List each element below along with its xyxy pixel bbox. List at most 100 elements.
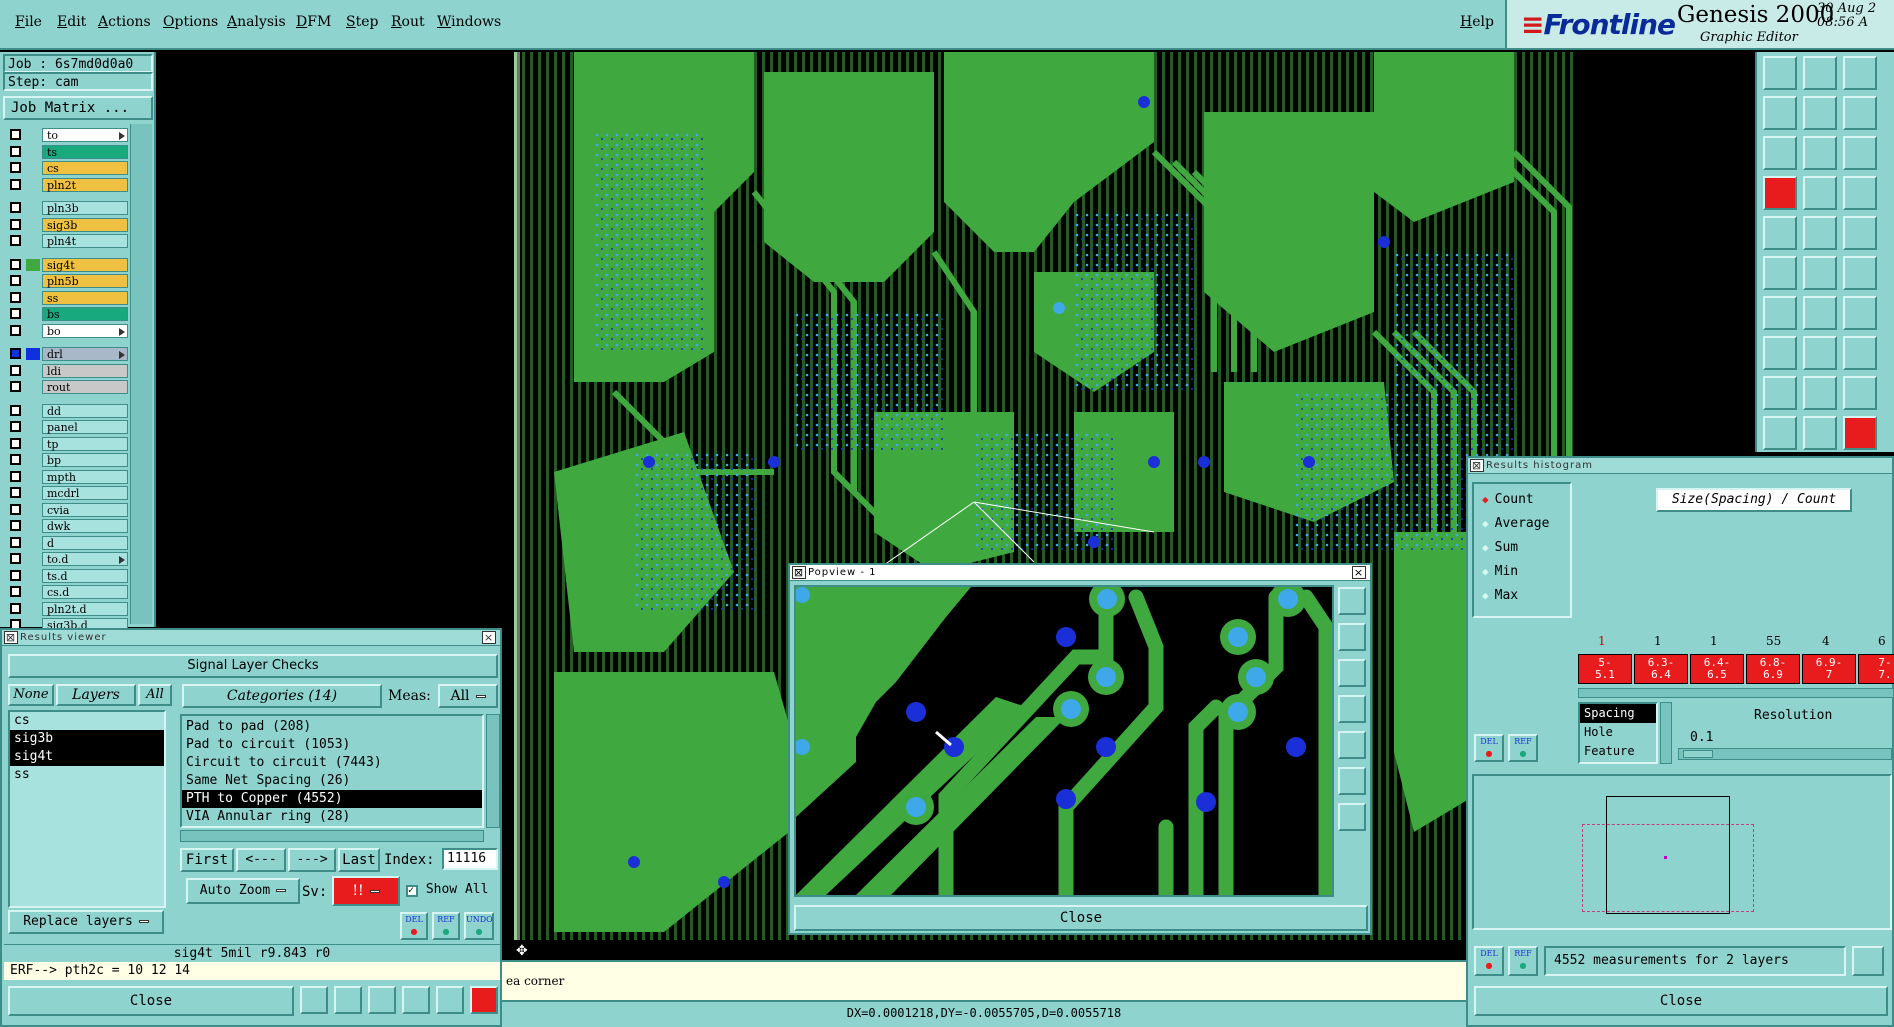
layer-row[interactable]: rout xyxy=(6,380,128,394)
show-all-checkbox[interactable]: ✓ Show All xyxy=(406,882,488,897)
category-item[interactable]: Pad to pad (208) xyxy=(182,718,482,736)
mode-radio[interactable]: ◆ Max xyxy=(1474,584,1570,608)
layer-name[interactable]: to xyxy=(42,128,128,142)
histogram-bin[interactable]: 6.8- 6.9 xyxy=(1746,654,1800,684)
layer-name[interactable]: bs xyxy=(42,307,128,321)
route-icon[interactable] xyxy=(1843,256,1877,290)
layer-checkbox[interactable] xyxy=(10,404,21,416)
layer-checkbox[interactable] xyxy=(10,586,21,597)
undo-button[interactable]: UNDO ● xyxy=(464,912,494,940)
histogram-titlebar[interactable]: ⊠ Results histogram xyxy=(1468,458,1892,474)
redraw-icon[interactable] xyxy=(1803,96,1837,130)
popview-zoom-icon[interactable] xyxy=(1338,587,1366,615)
measure-type-scrollbar[interactable] xyxy=(1660,702,1672,764)
categories-button[interactable]: Categories (14) xyxy=(182,684,382,708)
menu-dfm[interactable]: DFM xyxy=(296,14,331,30)
layer-name[interactable]: ss xyxy=(42,290,128,305)
layer-name[interactable]: dwk xyxy=(42,519,128,533)
layer-row[interactable]: ss xyxy=(6,290,128,305)
layer-name[interactable]: mcdrl xyxy=(42,486,128,500)
del-button[interactable]: DEL ● xyxy=(400,912,428,940)
close-button[interactable]: Close xyxy=(8,986,294,1016)
pan-down-icon[interactable] xyxy=(1338,659,1366,687)
zoom-window-icon[interactable] xyxy=(1803,56,1837,90)
cut-icon[interactable] xyxy=(1803,336,1837,370)
layer-name[interactable]: panel xyxy=(42,420,128,434)
layer-checkbox[interactable] xyxy=(10,235,21,246)
layer-name[interactable]: to.d xyxy=(42,552,128,566)
histogram-bin[interactable]: 6.4- 6.5 xyxy=(1690,654,1744,684)
layer-checkbox[interactable] xyxy=(10,178,21,190)
pan-left-icon[interactable] xyxy=(1338,695,1366,723)
layer-name[interactable]: ldi xyxy=(42,363,128,378)
center-icon[interactable] xyxy=(1803,136,1837,170)
layer-checkbox[interactable] xyxy=(10,381,21,392)
layer-row[interactable]: pln5b xyxy=(6,274,128,288)
report-icon[interactable] xyxy=(436,986,464,1014)
category-item[interactable]: Circuit to circuit (7443) xyxy=(182,754,482,772)
layer-row[interactable]: cs.d xyxy=(6,585,128,599)
layer-name[interactable]: pln3b xyxy=(42,201,128,215)
close-icon[interactable]: × xyxy=(482,631,496,644)
pan-right-icon[interactable] xyxy=(1338,731,1366,759)
layer-row[interactable]: pln3b xyxy=(6,201,128,215)
layer-checkbox[interactable] xyxy=(10,218,21,230)
close-icon[interactable]: × xyxy=(1352,566,1366,579)
layer-name[interactable]: mpth xyxy=(42,469,128,484)
measure-type-item[interactable]: Hole xyxy=(1580,723,1656,742)
window-menu-icon[interactable]: ⊠ xyxy=(4,631,18,644)
layer-row[interactable]: sig4t xyxy=(6,257,128,272)
layer-row[interactable]: bo xyxy=(6,323,128,338)
layer-checkbox[interactable] xyxy=(10,569,21,581)
layer-name[interactable]: cs xyxy=(42,161,128,175)
layer-name[interactable]: sig3b xyxy=(42,217,128,232)
measure-icon[interactable] xyxy=(1843,176,1877,210)
summary-ref-button[interactable]: REF ● xyxy=(1508,946,1538,976)
menu-analysis[interactable]: Analysis xyxy=(227,14,286,30)
result-layer-item[interactable]: sig4t xyxy=(10,748,164,766)
layer-name[interactable]: bp xyxy=(42,453,128,467)
zoom-fit-icon[interactable] xyxy=(1843,56,1877,90)
category-item[interactable]: VIA Annular ring (28) xyxy=(182,808,482,826)
layer-checkbox[interactable] xyxy=(10,275,21,286)
layer-row[interactable]: bs xyxy=(6,307,128,321)
select-icon[interactable] xyxy=(1763,216,1797,250)
mode-radio[interactable]: ◆ Average xyxy=(1474,512,1570,536)
all-button[interactable]: All xyxy=(138,684,172,706)
layer-row[interactable]: ts.d xyxy=(6,568,128,583)
job-matrix-button[interactable]: Job Matrix ... xyxy=(3,96,153,120)
person-icon[interactable] xyxy=(300,986,328,1014)
menu-windows[interactable]: Windows xyxy=(437,14,501,30)
layer-name[interactable]: dd xyxy=(42,403,128,418)
alert-icon[interactable] xyxy=(1843,376,1877,410)
layer-name[interactable]: rout xyxy=(42,380,128,394)
layer-row[interactable]: tp xyxy=(6,436,128,451)
menu-file[interactable]: File xyxy=(15,14,42,30)
line-icon[interactable] xyxy=(1803,216,1837,250)
result-layer-item[interactable]: sig3b xyxy=(10,730,164,748)
histogram-ref-button[interactable]: REF ● xyxy=(1508,734,1538,762)
transform-icon[interactable] xyxy=(1843,336,1877,370)
layer-checkbox[interactable] xyxy=(10,503,21,515)
menu-options[interactable]: Options xyxy=(163,14,218,30)
layer-name[interactable]: tp xyxy=(42,436,128,451)
next-button[interactable]: ---> xyxy=(288,848,336,872)
cursor-icon[interactable] xyxy=(1803,416,1837,450)
layer-row[interactable]: ldi xyxy=(6,363,128,378)
layers-icon[interactable] xyxy=(1843,96,1877,130)
layer-row[interactable]: panel xyxy=(6,420,128,434)
layer-name[interactable]: bo xyxy=(42,323,128,338)
layer-row[interactable]: pln2t.d xyxy=(6,601,128,616)
net-icon[interactable] xyxy=(1763,256,1797,290)
resolution-slider[interactable] xyxy=(1678,748,1892,760)
category-item[interactable]: Pad to circuit (1053) xyxy=(182,736,482,754)
layer-checkbox[interactable] xyxy=(10,364,21,376)
auto-zoom-dropdown[interactable]: Auto Zoom xyxy=(186,878,300,904)
layer-name[interactable]: pln2t.d xyxy=(42,601,128,616)
move-icon[interactable] xyxy=(1763,336,1797,370)
layer-name[interactable]: cvia xyxy=(42,502,128,517)
layer-row[interactable]: pln2t xyxy=(6,177,128,192)
layer-checkbox[interactable] xyxy=(10,202,21,213)
layer-row[interactable]: sig3b xyxy=(6,217,128,232)
layer-checkbox[interactable] xyxy=(10,437,21,449)
